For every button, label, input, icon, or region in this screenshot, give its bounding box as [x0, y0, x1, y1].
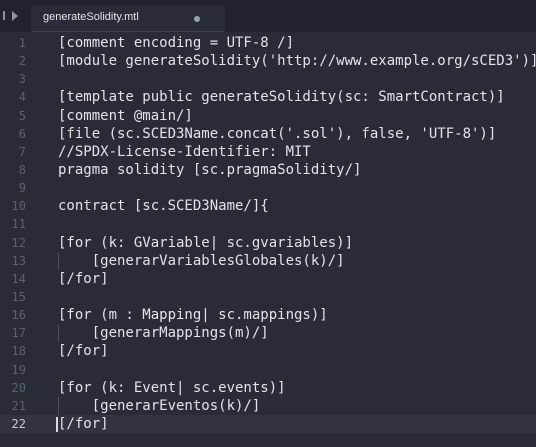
- code-line[interactable]: 21 [generarEventos(k)/]: [0, 396, 536, 415]
- code-line[interactable]: 16 [for (m : Mapping| sc.mappings)]: [0, 306, 536, 324]
- play-triangle-icon: [12, 11, 18, 21]
- code-text: [for (m : Mapping| sc.mappings)]: [58, 307, 328, 324]
- tab-bar: generateSolidity.mtl: [0, 0, 536, 32]
- line-number: 16: [11, 308, 26, 323]
- code-text: [comment encoding = UTF-8 /]: [58, 35, 295, 51]
- code-line[interactable]: 10 contract [sc.SCED3Name/]{: [0, 197, 536, 215]
- code-text: [for (k: Event| sc.events)]: [58, 379, 286, 396]
- code-line[interactable]: 2 [module generateSolidity('http://www.ex…: [0, 52, 536, 70]
- code-text: [for (k: GVariable| sc.gvariables)]: [58, 234, 354, 251]
- line-number: 5: [18, 108, 26, 123]
- line-number: 20: [11, 380, 26, 395]
- line-number: 12: [11, 235, 26, 250]
- code-line[interactable]: 6 [file (sc.SCED3Name.concat('.sol'), fal…: [0, 125, 536, 143]
- code-line[interactable]: 8 pragma solidity [sc.pragmaSolidity/]: [0, 161, 536, 179]
- code-line[interactable]: 3: [0, 70, 536, 88]
- code-text: [template public generateSolidity(sc: Sm…: [58, 89, 505, 106]
- code-text: [file (sc.SCED3Name.concat('.sol'), fals…: [58, 125, 497, 142]
- code-text-area[interactable]: 1 [comment encoding = UTF-8 /] 2 [module ge…: [0, 34, 536, 434]
- sidebar-bar-icon: [3, 11, 5, 20]
- line-number: 17: [11, 326, 26, 341]
- code-text: [/for]: [58, 415, 109, 432]
- code-text: [generarVariablesGlobales(k)/]: [58, 252, 345, 269]
- line-number: 1: [18, 36, 26, 50]
- code-line[interactable]: 17 [generarMappings(m)/]: [0, 324, 536, 343]
- line-number: 22: [11, 416, 26, 431]
- code-text: [generarEventos(k)/]: [58, 397, 261, 414]
- tab-generate-solidity[interactable]: generateSolidity.mtl: [31, 5, 225, 32]
- code-text: pragma solidity [sc.pragmaSolidity/]: [58, 161, 362, 178]
- code-text: [comment @main/]: [58, 107, 193, 124]
- line-number: 10: [11, 199, 26, 214]
- code-line[interactable]: 15: [0, 288, 536, 306]
- line-number: 9: [18, 181, 26, 196]
- code-line[interactable]: 11: [0, 215, 536, 233]
- line-number: 21: [11, 398, 26, 413]
- tab-title: generateSolidity.mtl: [43, 11, 139, 23]
- code-text: [generarMappings(m)/]: [58, 325, 269, 342]
- code-text: //SPDX-License-Identifier: MIT: [58, 143, 311, 160]
- code-line[interactable]: 4 [template public generateSolidity(sc: S…: [0, 88, 536, 106]
- line-number: 3: [18, 72, 26, 87]
- line-number: 2: [18, 54, 26, 69]
- sidebar-toggle-icon[interactable]: [0, 0, 30, 32]
- code-line[interactable]: 7 //SPDX-License-Identifier: MIT: [0, 143, 536, 161]
- code-editor-window: generateSolidity.mtl 1 [comment encoding …: [0, 0, 536, 447]
- line-number: 4: [18, 90, 26, 105]
- code-line[interactable]: 9: [0, 179, 536, 197]
- code-line[interactable]: 19: [0, 361, 536, 379]
- code-line[interactable]: 5 [comment @main/]: [0, 107, 536, 125]
- code-line[interactable]: 1 [comment encoding = UTF-8 /]: [0, 34, 536, 52]
- code-line[interactable]: 18 [/for]: [0, 342, 536, 360]
- code-line[interactable]: 14 [/for]: [0, 270, 536, 288]
- line-number: 11: [11, 217, 26, 232]
- code-text: [/for]: [58, 343, 109, 360]
- code-text: [/for]: [58, 270, 109, 287]
- line-number: 6: [18, 126, 26, 141]
- code-text: contract [sc.SCED3Name/]{: [58, 198, 269, 215]
- code-line[interactable]: 12 [for (k: GVariable| sc.gvariables)]: [0, 234, 536, 252]
- code-line[interactable]: 13 [generarVariablesGlobales(k)/]: [0, 251, 536, 270]
- unsaved-dot-icon[interactable]: [194, 16, 200, 22]
- code-line[interactable]: 22 [/for]: [0, 414, 536, 434]
- line-number: 13: [11, 253, 26, 268]
- line-number: 14: [11, 271, 26, 286]
- line-number: 18: [11, 344, 26, 359]
- line-number: 8: [18, 162, 26, 177]
- code-line[interactable]: 20 [for (k: Event| sc.events)]: [0, 379, 536, 397]
- line-number: 15: [11, 289, 26, 304]
- text-cursor: [56, 416, 58, 432]
- line-number: 7: [18, 144, 26, 159]
- code-text: [module generateSolidity('http://www.exa…: [58, 53, 536, 70]
- line-number: 19: [11, 362, 26, 377]
